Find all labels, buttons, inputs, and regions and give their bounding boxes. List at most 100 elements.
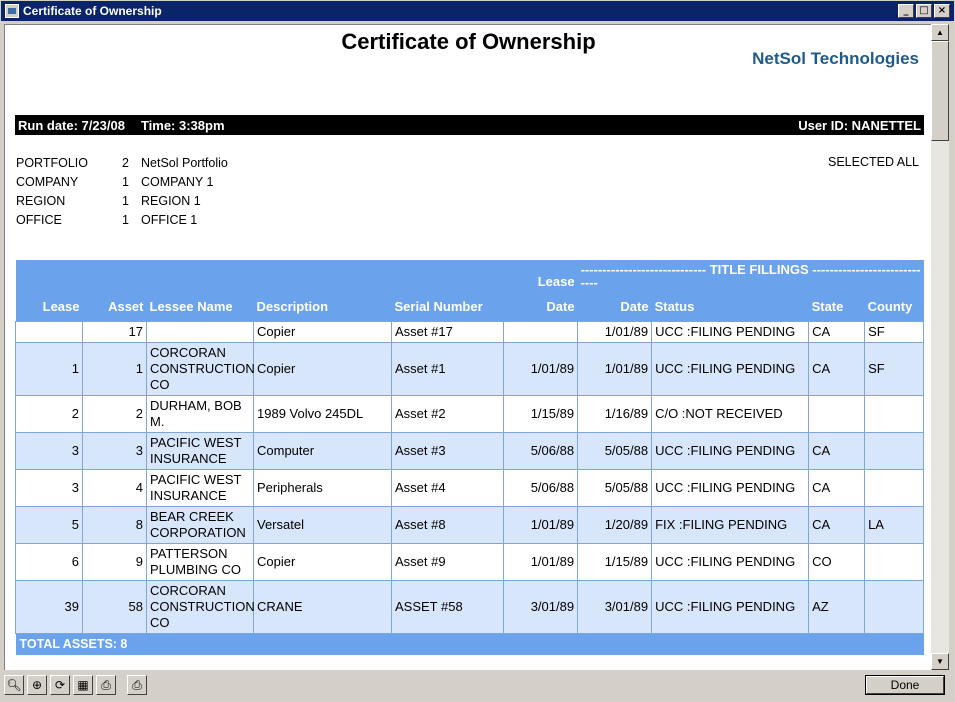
param-name: REGION 1	[141, 193, 201, 208]
cell-lease-date	[503, 320, 579, 343]
cell-serial: Asset #3	[390, 431, 505, 470]
header-lease-date: Date	[503, 293, 578, 321]
param-number: 1	[122, 212, 129, 227]
cell-county	[864, 394, 925, 433]
refresh-icon[interactable]: ⟳	[50, 675, 70, 695]
cell-serial: Asset #9	[390, 542, 505, 581]
selection-text: SELECTED ALL	[827, 155, 919, 169]
cell-description: Versatel	[253, 505, 392, 544]
done-button[interactable]: Done	[865, 675, 945, 695]
param-name: OFFICE 1	[141, 212, 198, 227]
cell-lease	[15, 320, 83, 343]
cell-description: Copier	[253, 542, 392, 581]
table-row: 3 4 PACIFIC WEST INSURANCE Peripherals Asset…	[15, 468, 925, 507]
cell-lease: 5	[15, 505, 83, 544]
cell-county	[864, 431, 925, 470]
table-row: 3 3 PACIFIC WEST INSURANCE Computer Asset #3…	[15, 431, 925, 470]
table-row: 39 58 CORCORAN CONSTRUCTION CO CRANE ASSET #…	[15, 579, 925, 634]
cell-lessee: CORCORAN CONSTRUCTION CO	[146, 341, 255, 396]
cell-county: SF	[864, 320, 925, 343]
cell-lease-date: 5/06/88	[503, 468, 579, 507]
header-state: State	[808, 293, 865, 321]
param-number: 1	[122, 193, 129, 208]
param-label: OFFICE	[16, 212, 62, 227]
scroll-down-button[interactable]: ▼	[931, 653, 949, 670]
cell-lease: 3	[15, 431, 83, 470]
cell-lease: 39	[15, 579, 83, 634]
run-date: Run date: 7/23/08	[18, 117, 125, 133]
cell-lease-date: 1/01/89	[503, 505, 579, 544]
cell-lessee	[146, 320, 254, 343]
cell-asset: 9	[82, 542, 147, 581]
header-lessee: Lessee Name	[146, 293, 254, 321]
header-lease-top: Lease	[503, 260, 578, 293]
window-titlebar: Certificate of Ownership _ □ ×	[0, 0, 955, 22]
cell-date: 1/01/89	[577, 341, 653, 396]
cell-status: UCC :FILING PENDING	[651, 579, 810, 634]
table-row: 2 2 DURHAM, BOB M. 1989 Volvo 245DL Asset #2…	[15, 394, 925, 433]
report-viewport: Certificate of Ownership NetSol Technolo…	[4, 24, 931, 670]
run-time: Time: 3:38pm	[140, 117, 225, 133]
header-title-fillings: ----------------------------- TITLE FILL…	[577, 260, 924, 293]
close-button[interactable]: ×	[934, 4, 950, 18]
cell-description: Copier	[253, 320, 392, 343]
cell-asset: 17	[82, 320, 147, 343]
header-asset: Asset	[82, 293, 147, 321]
cell-description: 1989 Volvo 245DL	[253, 394, 392, 433]
param-name: NetSol Portfolio	[141, 155, 228, 170]
print-icon[interactable]: ⎙	[127, 675, 147, 695]
param-row: COMPANY 1 COMPANY 1	[16, 172, 228, 191]
cell-status: UCC :FILING PENDING	[651, 320, 810, 343]
cell-asset: 4	[82, 468, 147, 507]
window-title: Certificate of Ownership	[23, 4, 162, 18]
cell-lessee: DURHAM, BOB M.	[146, 394, 254, 433]
cell-lessee: PATTERSON PLUMBING CO	[146, 542, 254, 581]
cell-lease: 2	[15, 394, 83, 433]
cell-date: 5/05/88	[577, 431, 653, 470]
cell-state	[808, 394, 866, 433]
cell-state: CA	[808, 341, 866, 396]
cell-county	[864, 542, 925, 581]
param-number: 1	[122, 174, 129, 189]
header-lease: Lease	[15, 293, 83, 321]
header-serial: Serial Number	[391, 293, 504, 321]
param-number: 2	[122, 155, 129, 170]
cell-status: UCC :FILING PENDING	[651, 542, 810, 581]
param-row: OFFICE 1 OFFICE 1	[16, 210, 228, 229]
cell-date: 3/01/89	[577, 579, 653, 634]
header-date: Date	[577, 293, 652, 321]
table-header-group-row: Lease ----------------------------- TITL…	[15, 260, 924, 293]
vertical-scrollbar[interactable]: ▲ ▼	[931, 24, 949, 670]
zoom-in-icon[interactable]: ⊕	[27, 675, 47, 695]
cell-status: UCC :FILING PENDING	[651, 431, 810, 470]
cell-lease-date: 3/01/89	[503, 579, 579, 634]
scroll-up-button[interactable]: ▲	[931, 24, 949, 41]
minimize-button[interactable]: _	[898, 4, 914, 18]
user-id: User ID: NANETTEL	[798, 117, 921, 133]
bottom-toolbar: 🔍︎ ⊕ ⟳ ▦ ⎙ ⎙ Done	[0, 672, 955, 702]
report-parameters: PORTFOLIO 2 NetSol Portfolio COMPANY 1 COMPAN…	[16, 153, 228, 229]
header-status: Status	[651, 293, 809, 321]
brand-logo: NetSol Technologies	[752, 49, 919, 68]
cell-date: 5/05/88	[577, 468, 653, 507]
print-setup-icon[interactable]: ⎙	[96, 675, 116, 695]
cell-description: Computer	[253, 431, 392, 470]
cell-lease-date: 5/06/88	[503, 431, 579, 470]
cell-state: CO	[808, 542, 866, 581]
zoom-out-icon[interactable]: 🔍︎	[4, 675, 24, 695]
cell-state: AZ	[808, 579, 866, 634]
cell-lessee: BEAR CREEK CORPORATION	[146, 505, 254, 544]
cell-county	[864, 579, 925, 634]
cell-lease: 6	[15, 542, 83, 581]
scroll-thumb[interactable]	[931, 41, 949, 141]
cell-serial: Asset #2	[390, 394, 505, 433]
assets-table: Lease ----------------------------- TITL…	[15, 260, 925, 655]
cell-description: Peripherals	[253, 468, 392, 507]
excel-export-icon[interactable]: ▦	[73, 675, 93, 695]
cell-description: Copier	[253, 341, 392, 396]
cell-lessee: CORCORAN CONSTRUCTION CO	[146, 579, 255, 634]
table-row: 6 9 PATTERSON PLUMBING CO Copier Asset #9 1/0…	[15, 542, 925, 581]
maximize-button[interactable]: □	[916, 4, 932, 18]
param-name: COMPANY 1	[141, 174, 214, 189]
cell-status: UCC :FILING PENDING	[651, 468, 810, 507]
